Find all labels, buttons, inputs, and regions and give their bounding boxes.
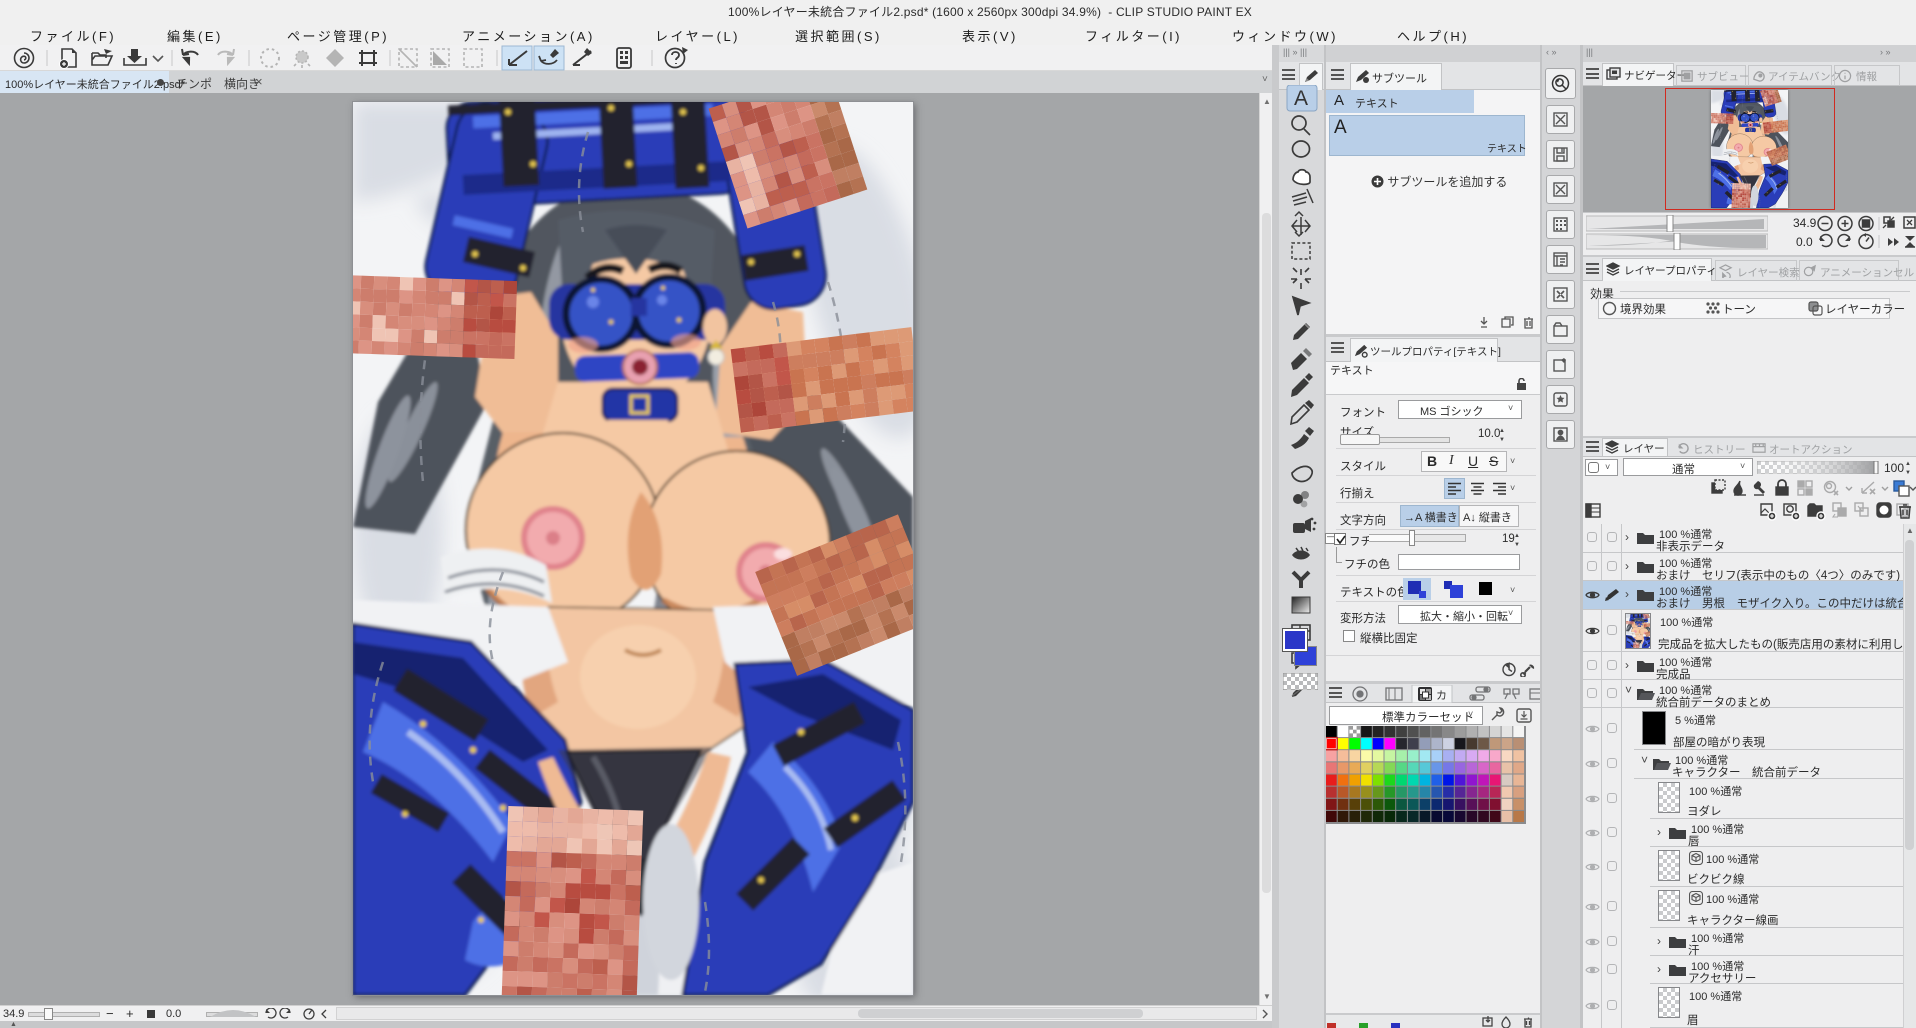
svg-text:カ: カ [1436,689,1447,702]
svg-text:A: A [1294,87,1308,110]
